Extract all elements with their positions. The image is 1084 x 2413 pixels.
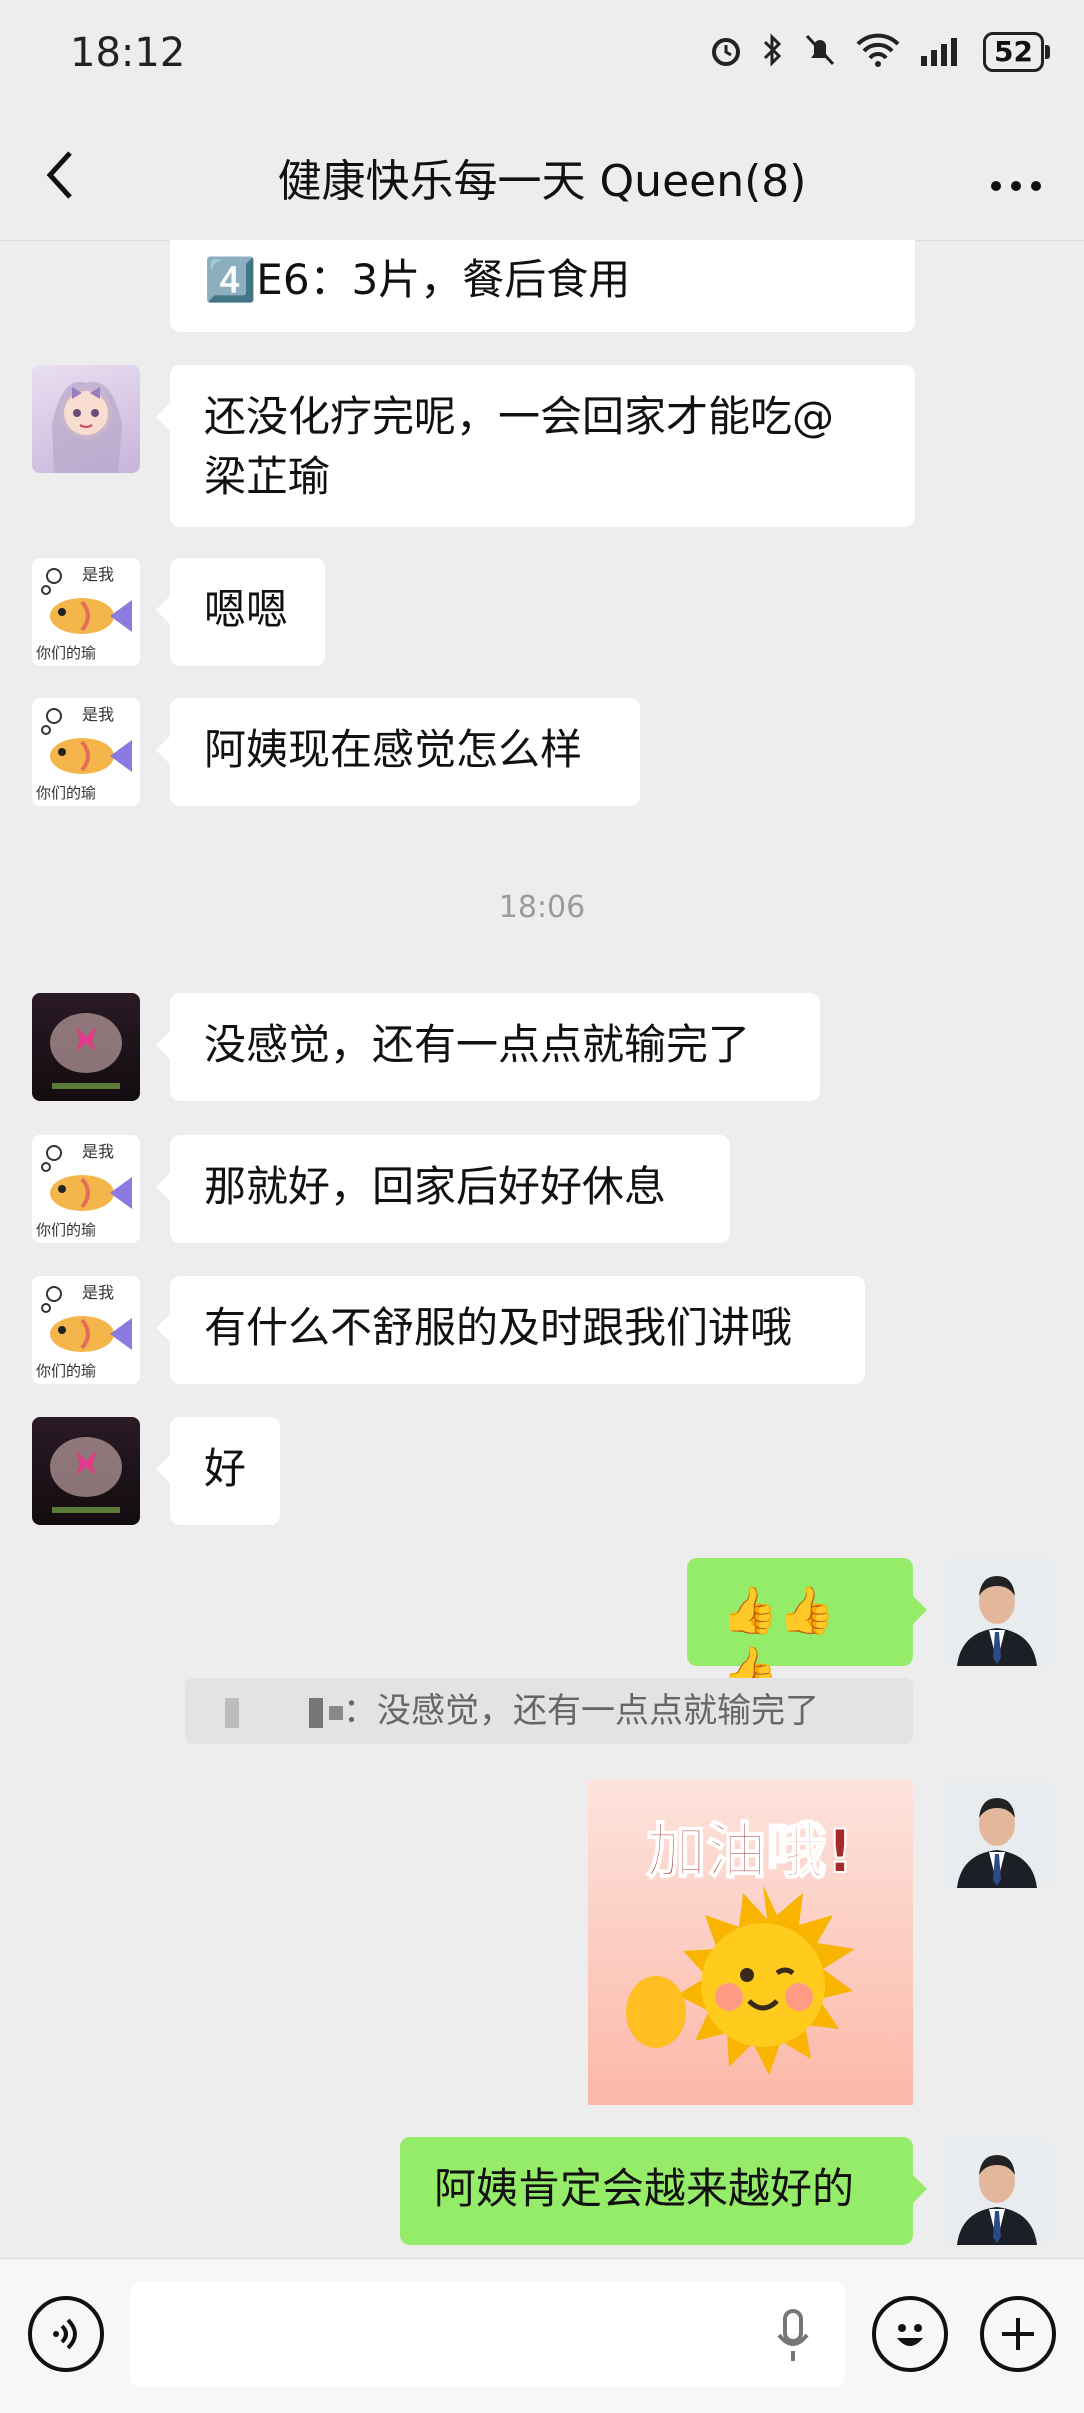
message-text: 嗯嗯 bbox=[204, 585, 289, 634]
message-text: 没感觉，还有一点点就输完了 bbox=[204, 1020, 751, 1069]
sticker-image[interactable]: 加油哦! bbox=[588, 1780, 913, 2105]
avatar[interactable] bbox=[32, 1417, 140, 1525]
status-time: 18:12 bbox=[70, 30, 186, 76]
avatar-text: 你们的瑜 bbox=[36, 784, 96, 802]
message-bubble[interactable]: 那就好，回家后好好休息 bbox=[156, 1135, 730, 1243]
redacted-name bbox=[225, 1697, 239, 1728]
bluetooth-icon bbox=[761, 32, 785, 72]
message-text: 阿姨肯定会越来越好的 bbox=[434, 2164, 855, 2213]
sticker-text: 加油哦! bbox=[646, 1817, 853, 1887]
message-bubble[interactable]: 有什么不舒服的及时跟我们讲哦 bbox=[156, 1276, 865, 1384]
message-timestamp: 18:06 bbox=[498, 890, 586, 925]
avatar-text: 你们的瑜 bbox=[36, 644, 96, 662]
avatar[interactable] bbox=[32, 365, 140, 473]
message-text: 有什么不舒服的及时跟我们讲哦 bbox=[204, 1303, 793, 1352]
avatar-text: 是我 bbox=[82, 705, 114, 724]
message-bubble[interactable]: 没感觉，还有一点点就输完了 bbox=[156, 993, 820, 1101]
microphone-icon[interactable] bbox=[775, 2307, 811, 2367]
avatar-text: 你们的瑜 bbox=[36, 1221, 96, 1239]
avatar-text: 是我 bbox=[82, 565, 114, 584]
avatar-text: 是我 bbox=[82, 1283, 114, 1302]
message-text: 好 bbox=[204, 1444, 247, 1493]
message-text: 4️⃣E6：3片，餐后食用 bbox=[204, 255, 631, 304]
avatar[interactable] bbox=[32, 993, 140, 1101]
self-avatar[interactable] bbox=[943, 1780, 1051, 1888]
voice-toggle-icon[interactable] bbox=[28, 2296, 104, 2372]
avatar-text: 你们的瑜 bbox=[36, 1362, 96, 1380]
signal-icon bbox=[919, 34, 965, 70]
avatar[interactable]: 是我 你们的瑜 bbox=[32, 698, 140, 806]
message-bubble[interactable]: 嗯嗯 bbox=[156, 558, 325, 666]
add-plus-icon[interactable] bbox=[980, 2296, 1056, 2372]
mute-bell-icon bbox=[803, 32, 837, 72]
alarm-icon bbox=[709, 33, 743, 71]
message-bubble-self[interactable]: 阿姨肯定会越来越好的 bbox=[400, 2137, 927, 2245]
avatar-text: 是我 bbox=[82, 1142, 114, 1161]
battery-indicator: 52 bbox=[983, 32, 1050, 72]
avatar[interactable]: 是我 你们的瑜 bbox=[32, 558, 140, 666]
message-bubble[interactable]: 好 bbox=[156, 1417, 280, 1525]
chat-title: 健康快乐每一天 Queen(8) bbox=[277, 156, 807, 207]
message-bubble[interactable]: 还没化疗完呢，一会回家才能吃@ 梁芷瑜 bbox=[156, 365, 915, 527]
message-bubble[interactable]: 4️⃣E6：3片，餐后食用 bbox=[170, 240, 915, 332]
message-text: 梁芷瑜 bbox=[204, 452, 331, 501]
message-bubble-self[interactable]: 👍👍👍 bbox=[687, 1558, 927, 1697]
message-text: 阿姨现在感觉怎么样 bbox=[204, 725, 583, 774]
wifi-icon bbox=[855, 32, 901, 72]
emoji-icon[interactable] bbox=[872, 2296, 948, 2372]
message-bubble[interactable]: 阿姨现在感觉怎么样 bbox=[156, 698, 640, 806]
status-icons: 52 bbox=[709, 32, 1050, 72]
redacted-name bbox=[309, 1697, 323, 1728]
self-avatar[interactable] bbox=[943, 2137, 1051, 2245]
quote-text: ：没感觉，还有一点点就输完了 bbox=[343, 1691, 819, 1731]
message-text: 那就好，回家后好好休息 bbox=[204, 1162, 667, 1211]
self-avatar[interactable] bbox=[943, 1558, 1051, 1666]
redacted-name bbox=[329, 1705, 343, 1720]
quoted-reply[interactable]: ：没感觉，还有一点点就输完了 bbox=[185, 1678, 913, 1744]
more-options-icon[interactable] bbox=[988, 160, 1044, 206]
message-input[interactable] bbox=[130, 2282, 845, 2387]
avatar[interactable]: 是我 你们的瑜 bbox=[32, 1276, 140, 1384]
message-text: 还没化疗完呢，一会回家才能吃@ bbox=[204, 392, 835, 441]
avatar[interactable]: 是我 你们的瑜 bbox=[32, 1135, 140, 1243]
